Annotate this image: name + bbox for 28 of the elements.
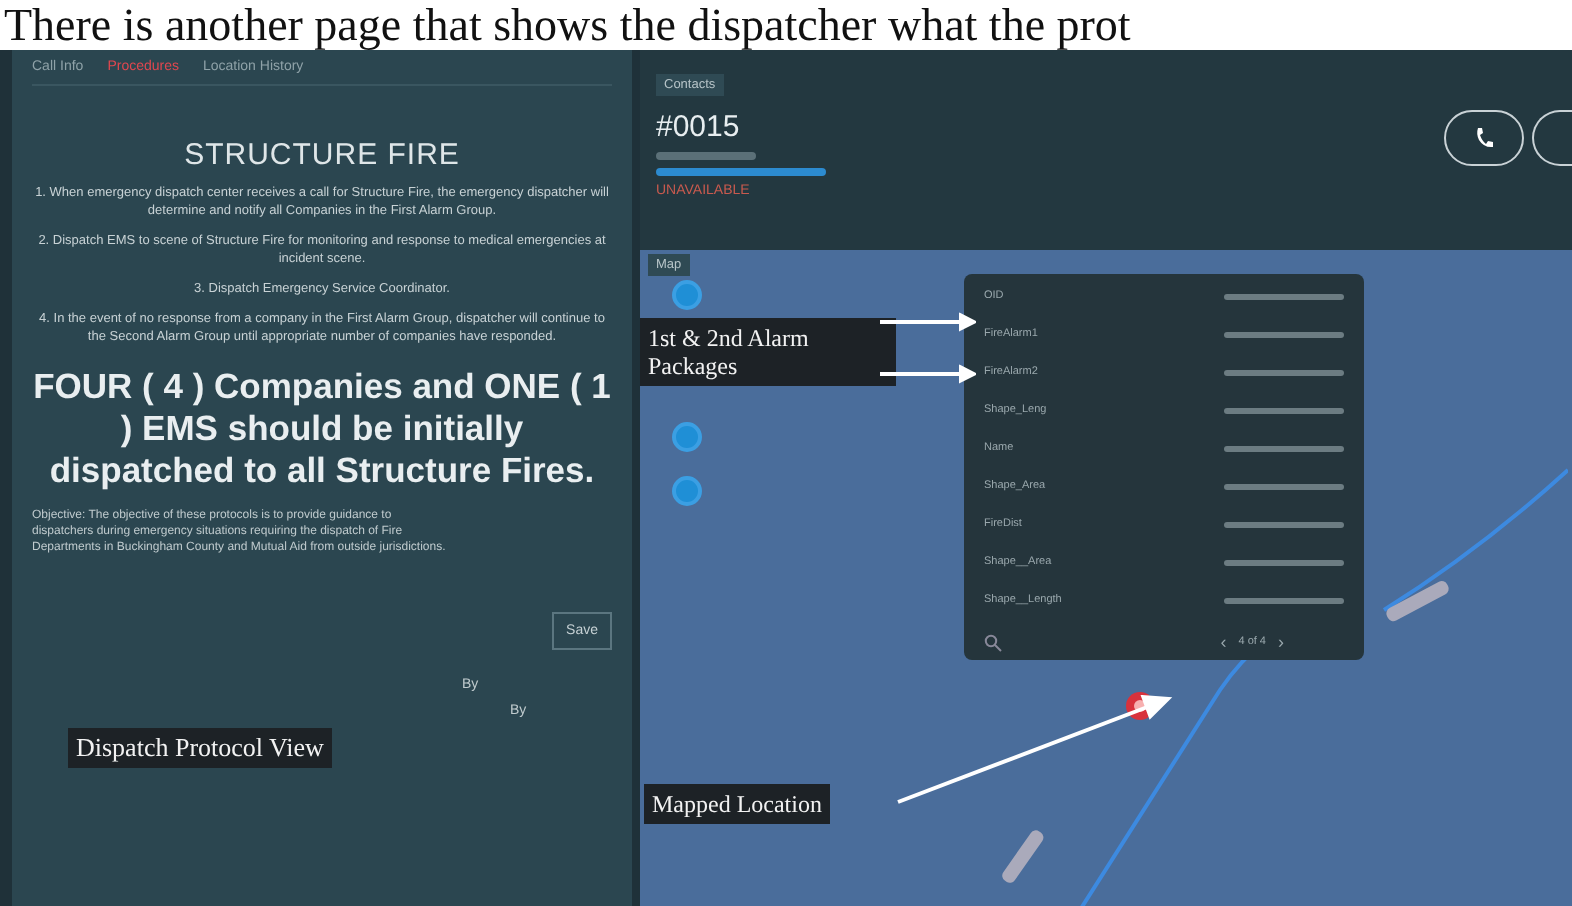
text-placeholder (1224, 597, 1344, 603)
pointer-arrow (880, 364, 976, 384)
text-placeholder (1224, 407, 1344, 413)
text-placeholder (1224, 369, 1344, 375)
round-button[interactable] (1532, 110, 1572, 166)
zoom-icon (984, 633, 1002, 651)
map-tool-button[interactable] (672, 422, 702, 452)
annotation-label: Dispatch Protocol View (68, 728, 332, 768)
text-placeholder (656, 152, 756, 160)
text-placeholder (1224, 331, 1344, 337)
next-button[interactable]: › (1278, 632, 1284, 652)
text-placeholder (1224, 483, 1344, 489)
map-tool-button[interactable] (672, 280, 702, 310)
call-button[interactable] (1444, 110, 1524, 166)
document-text: There is another page that shows the dispatcher what the prot (2, 0, 1133, 50)
call-number: #0015 (656, 110, 742, 144)
annotation-label: Mapped Location (644, 784, 830, 824)
phone-icon (1474, 126, 1494, 150)
text-placeholder (1224, 293, 1344, 299)
pointer-arrow (880, 312, 976, 332)
protocol-title: STRUCTURE FIRE (184, 138, 460, 172)
map-tool-button[interactable] (672, 476, 702, 506)
previous-button[interactable]: ‹ (1220, 632, 1227, 652)
protocol-headline: FOUR ( 4 ) Companies and ONE ( 1 ) EMS should be initially dispatched to all Structure Fires. (32, 366, 612, 492)
text-placeholder (1224, 559, 1344, 565)
text-placeholder (1224, 445, 1344, 451)
annotation-label: 1st & 2nd Alarm Packages (640, 318, 896, 386)
text-placeholder (1224, 521, 1344, 527)
